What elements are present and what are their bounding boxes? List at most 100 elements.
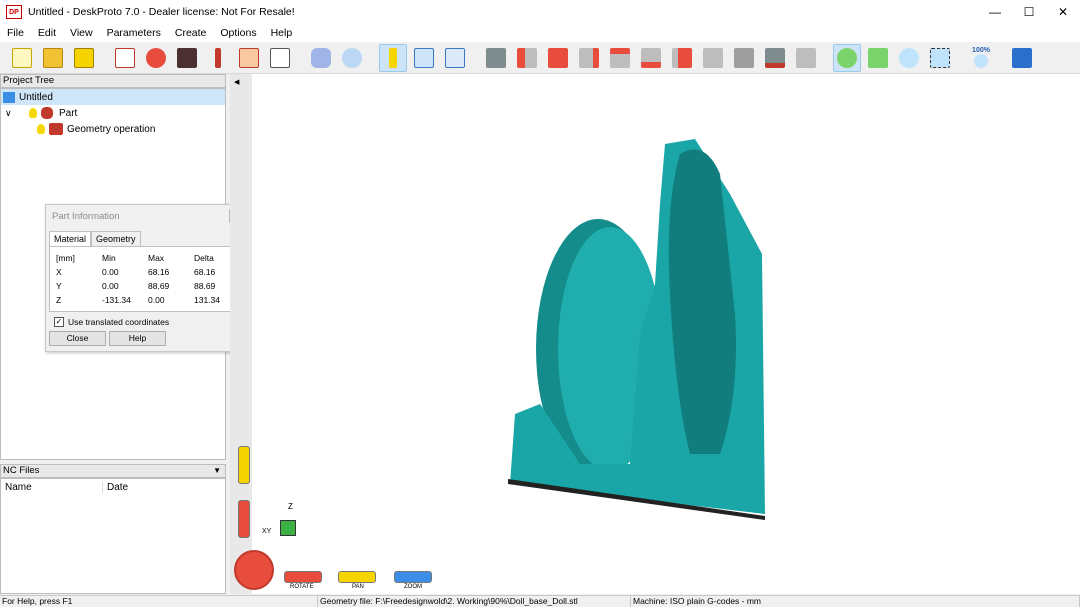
- pan-button[interactable]: [864, 44, 892, 72]
- table-header: [mm] Min Max Delta: [56, 253, 214, 263]
- menu-edit[interactable]: Edit: [31, 27, 63, 39]
- axis-z-label: Z: [288, 502, 293, 511]
- view-front-button[interactable]: [513, 44, 541, 72]
- vector-button[interactable]: [235, 44, 263, 72]
- help-book-icon: [1012, 47, 1032, 68]
- nc-files-list[interactable]: Name Date: [0, 478, 226, 594]
- view-back-button[interactable]: [544, 44, 572, 72]
- title-bar: DP Untitled - DeskProto 7.0 - Dealer lic…: [0, 0, 1080, 24]
- dialog-title: Part Information: [46, 205, 245, 227]
- translated-coordinates-checkbox[interactable]: ✓ Use translated coordinates: [54, 317, 245, 327]
- zoom-100-icon: [974, 54, 988, 68]
- zoom-wheel[interactable]: [394, 571, 432, 583]
- operation-icon: [49, 123, 63, 135]
- menu-bar: File Edit View Parameters Create Options…: [0, 24, 1080, 42]
- open-project-button[interactable]: [39, 44, 67, 72]
- part-button[interactable]: [142, 44, 170, 72]
- status-bar: For Help, press F1 Geometry file: F:\Fre…: [0, 595, 1080, 607]
- menu-parameters[interactable]: Parameters: [100, 27, 168, 39]
- model-render: [508, 139, 765, 520]
- print-button[interactable]: [792, 44, 820, 72]
- close-button[interactable]: Close: [49, 331, 106, 346]
- menu-view[interactable]: View: [63, 27, 100, 39]
- capture-icon: [765, 47, 785, 68]
- tab-geometry[interactable]: Geometry: [91, 231, 141, 246]
- new-project-icon: [12, 47, 32, 68]
- axis-indicator-icon: [280, 520, 296, 536]
- tilt-wheel[interactable]: [238, 446, 250, 484]
- part-icon: [146, 47, 166, 68]
- zoom-window-icon: [930, 47, 950, 68]
- view-right-button[interactable]: [606, 44, 634, 72]
- menu-help[interactable]: Help: [264, 27, 300, 39]
- new-project-button[interactable]: [8, 44, 36, 72]
- save-project-button[interactable]: [70, 44, 98, 72]
- bitmap-button[interactable]: [173, 44, 201, 72]
- collapse-icon[interactable]: ∨: [5, 108, 17, 119]
- maximize-button[interactable]: ☐: [1012, 0, 1046, 24]
- preview-button[interactable]: [441, 44, 469, 72]
- view-iso-button[interactable]: [699, 44, 727, 72]
- zoom-100-button[interactable]: 100%: [967, 44, 995, 72]
- tree-item-geometry-operation[interactable]: Geometry operation: [1, 121, 225, 137]
- help-book-button[interactable]: [1008, 44, 1036, 72]
- load-geometry-button[interactable]: [111, 44, 139, 72]
- axis-xy-label: XY: [262, 528, 272, 535]
- nc-files-header: NC Files ▼: [0, 464, 226, 478]
- capture-button[interactable]: [761, 44, 789, 72]
- view-bottom-button[interactable]: [668, 44, 696, 72]
- view-bottom-icon: [672, 47, 692, 68]
- close-window-button[interactable]: ✕: [1046, 0, 1080, 24]
- view-iso-icon: [703, 47, 723, 68]
- pan-icon: [868, 47, 888, 68]
- part-model: [508, 139, 765, 520]
- view-top-button[interactable]: [637, 44, 665, 72]
- menu-file[interactable]: File: [0, 27, 31, 39]
- rotate-label: ROTATE: [290, 584, 314, 590]
- print-icon: [796, 47, 816, 68]
- spin-wheel[interactable]: [238, 500, 250, 538]
- view-toolpath-button[interactable]: [338, 44, 366, 72]
- pan-wheel[interactable]: [338, 571, 376, 583]
- show-part-icon: [311, 47, 331, 68]
- view-toolpath-icon: [342, 47, 362, 68]
- zoom-in-button[interactable]: [895, 44, 923, 72]
- layout-icon: [414, 47, 434, 68]
- window-title: Untitled - DeskProto 7.0 - Dealer licens…: [28, 6, 295, 18]
- rotate-icon: [837, 47, 857, 68]
- bulb-icon[interactable]: [37, 124, 45, 134]
- view-top-icon: [641, 47, 661, 68]
- rotate-wheel[interactable]: [284, 571, 322, 583]
- layout-button[interactable]: [410, 44, 438, 72]
- operation-icon: [215, 47, 221, 68]
- zoom-window-button[interactable]: [926, 44, 954, 72]
- 3d-viewport[interactable]: ◀ ROTATE PAN ZOOM Z XY: [230, 74, 1080, 594]
- tree-item-part[interactable]: ∨ Part: [1, 105, 225, 121]
- tree-label: Untitled: [19, 91, 53, 103]
- view-left-button[interactable]: [575, 44, 603, 72]
- collapse-arrow-icon[interactable]: ◀: [234, 78, 239, 86]
- part-information-dialog: Part Information Material Geometry [mm] M…: [45, 204, 246, 352]
- col-name[interactable]: Name: [1, 481, 103, 493]
- tree-item-untitled[interactable]: Untitled: [1, 89, 225, 105]
- col-date[interactable]: Date: [103, 482, 128, 493]
- rotate-dial[interactable]: [234, 550, 274, 590]
- bulb-icon[interactable]: [29, 108, 37, 118]
- save-nc-button[interactable]: [266, 44, 294, 72]
- operation-button[interactable]: [204, 44, 232, 72]
- info-button[interactable]: [379, 43, 407, 72]
- view-iso2-button[interactable]: [730, 44, 758, 72]
- view-iso2-icon: [734, 47, 754, 68]
- table-row: Y 0.00 88.69 88.69: [56, 281, 216, 291]
- tab-material[interactable]: Material: [49, 231, 92, 246]
- help-button[interactable]: Help: [109, 331, 166, 346]
- camera-button[interactable]: [482, 44, 510, 72]
- status-machine: Machine: ISO plain G-codes - mm: [631, 596, 1080, 607]
- show-part-button[interactable]: [307, 44, 335, 72]
- dropdown-icon[interactable]: ▼: [213, 465, 225, 477]
- menu-create[interactable]: Create: [168, 27, 214, 39]
- rotate-button[interactable]: [833, 43, 861, 72]
- view-right-icon: [610, 47, 630, 68]
- minimize-button[interactable]: —: [978, 0, 1012, 24]
- menu-options[interactable]: Options: [213, 27, 263, 39]
